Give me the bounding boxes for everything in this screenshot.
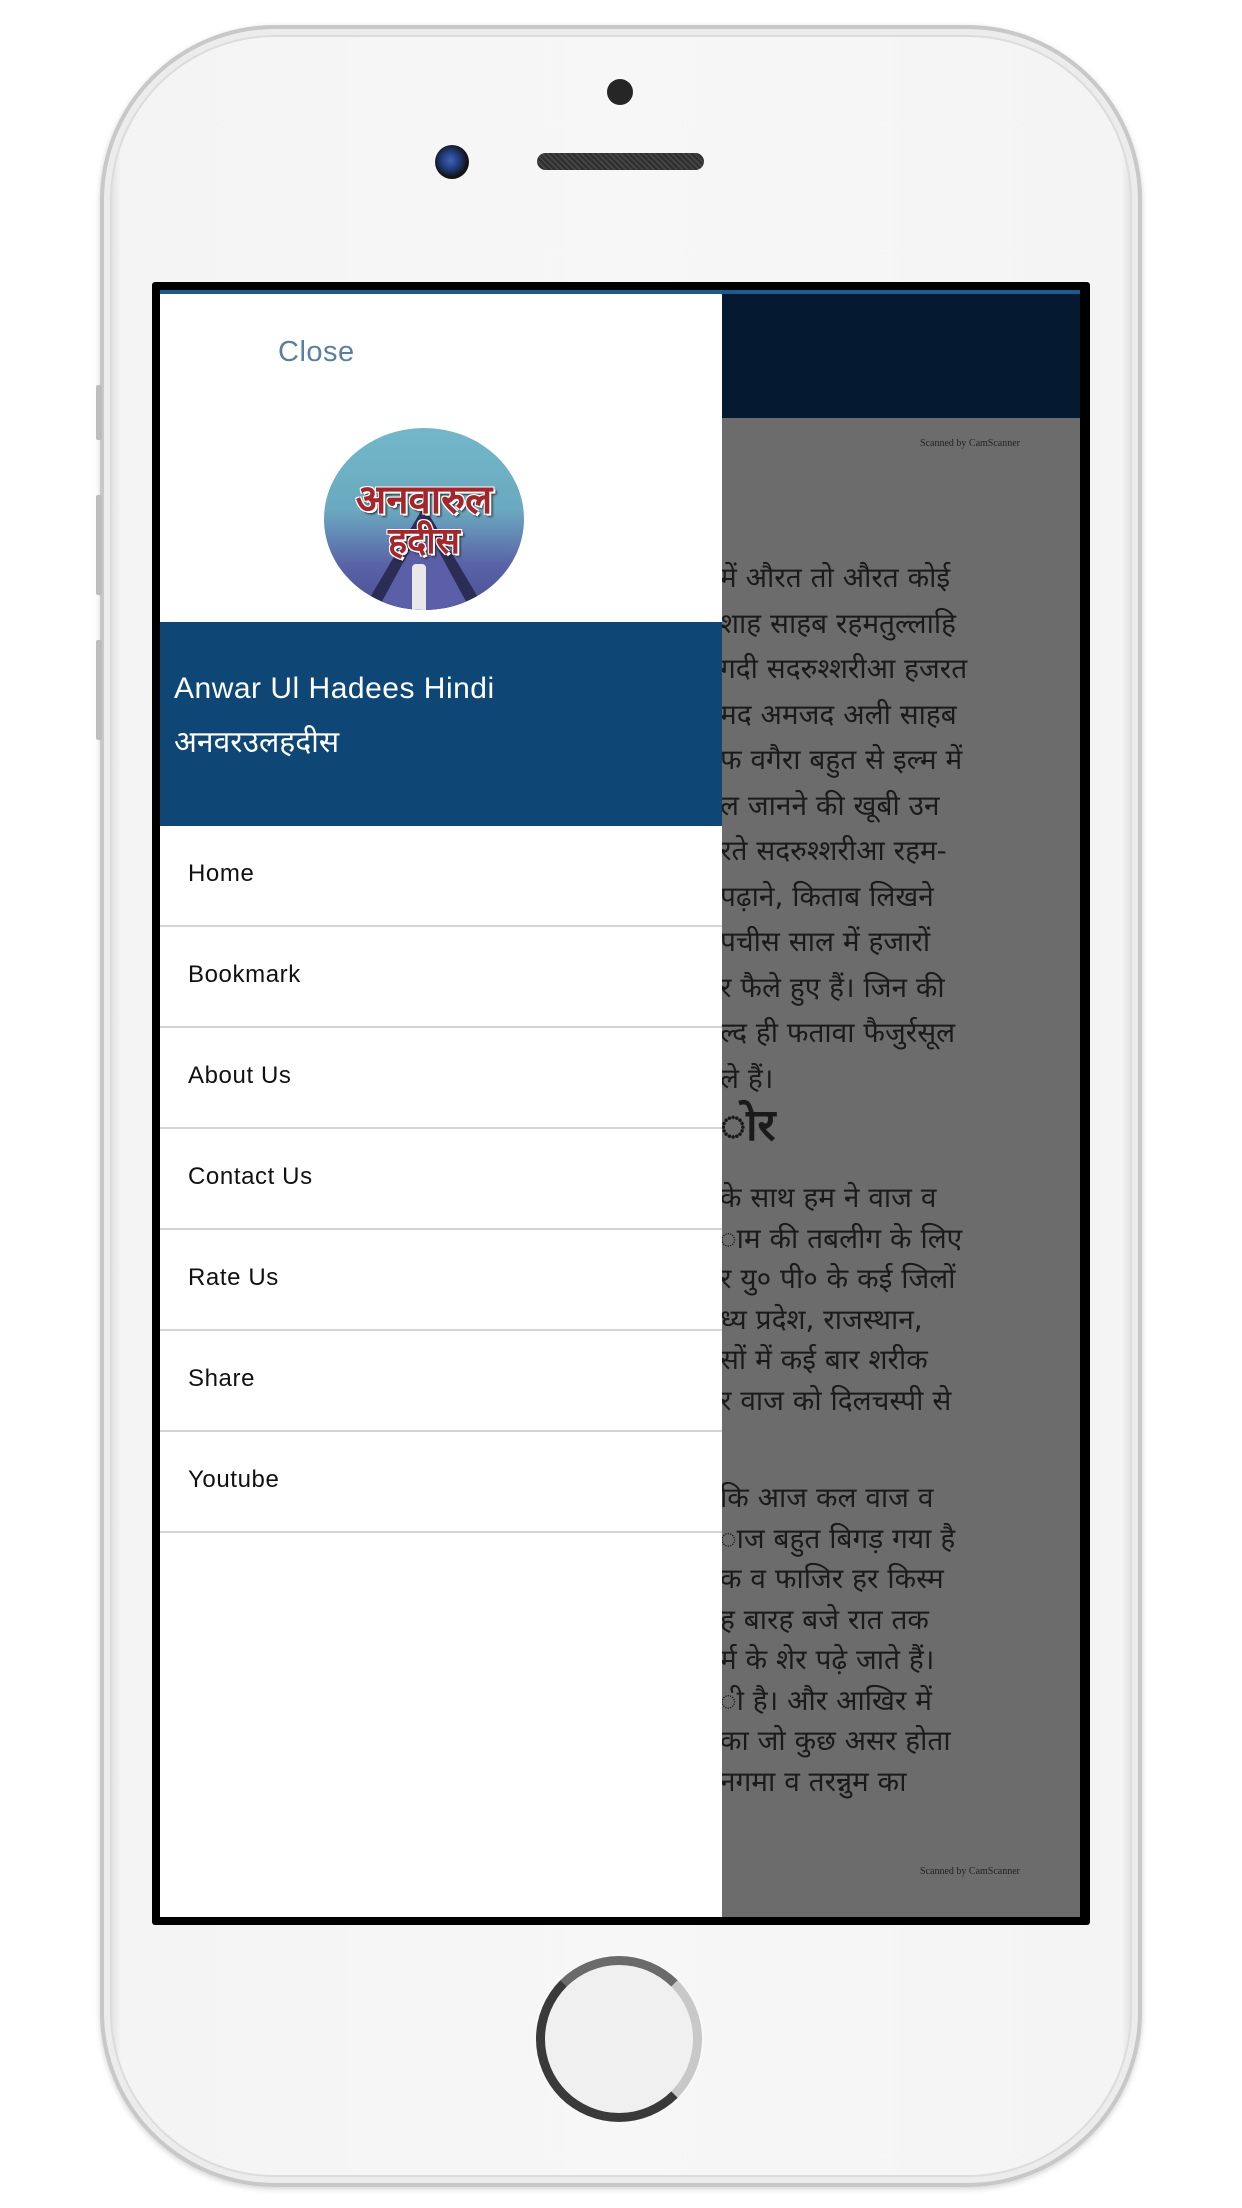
logo-text-line2: हदीस (388, 521, 460, 562)
page-text-line: पचीस साल में हजारों (720, 925, 931, 958)
logo-minaret (412, 564, 426, 610)
page-text-line: रते सदरुश्शरीआ रहम- (720, 834, 947, 867)
page-text-line: ी है। और आखिर में (720, 1683, 933, 1717)
page-text-line: के साथ हम ने वाज व (720, 1181, 937, 1214)
logo-text-line1: अनवारुल (355, 477, 493, 523)
menu-item-rate-us[interactable]: Rate Us (160, 1230, 722, 1331)
app-name-hindi: अनवरउलहदीस (174, 725, 340, 760)
page-text-line: में औरत तो औरत कोई (720, 561, 951, 594)
menu-item-youtube[interactable]: Youtube (160, 1432, 722, 1533)
mute-switch (96, 385, 102, 440)
proximity-sensor-icon (607, 79, 633, 105)
page-text-line: फ वगैरा बहुत से इल्म में (720, 743, 963, 776)
drawer-header: Anwar Ul Hadees Hindi अनवरउलहदीस (160, 622, 722, 826)
drawer-menu: Home Bookmark About Us Contact Us Rate U… (160, 826, 722, 1533)
page-text-line: ल्द ही फतावा फैजुर्रसूल (720, 1016, 956, 1049)
page-text-line: ाज बहुत बिगड़ गया है (720, 1521, 956, 1555)
page-text-line: र फैले हुए हैं। जिन की (720, 970, 945, 1004)
page-text-line: गदी सदरुश्शरीआ हजरत (720, 652, 968, 685)
menu-item-label: Share (188, 1365, 256, 1392)
page-text-line: ह बारह बजे रात तक (720, 1602, 929, 1636)
menu-item-contact-us[interactable]: Contact Us (160, 1129, 722, 1230)
page-text-line: ल जानने की खूबी उन (720, 788, 940, 822)
page-heading: ोर (720, 1100, 776, 1151)
menu-item-share[interactable]: Share (160, 1331, 722, 1432)
page-text-line: र यु० पी० के कई जिलों (720, 1262, 956, 1295)
menu-item-label: Bookmark (188, 961, 301, 988)
menu-item-about-us[interactable]: About Us (160, 1028, 722, 1129)
page-text-line: पढ़ाने, किताब लिखने (720, 879, 934, 913)
app-logo: अनवारुल हदीस (324, 428, 524, 610)
earpiece-speaker-icon (537, 153, 704, 170)
page-text-line: शाह साहब रहमतुल्लाहि (720, 606, 957, 640)
page-text-line: ले हैं। (720, 1061, 774, 1095)
navigation-drawer: Close अनवारुल हदीस Anwar Ul Hadees Hindi… (160, 294, 722, 1917)
page-text-line: ध्य प्रदेश, राजस्थान, (720, 1302, 923, 1336)
volume-up-button (96, 495, 102, 595)
front-camera-icon (435, 145, 469, 179)
home-button[interactable] (536, 1956, 702, 2122)
page-text-line: का जो कुछ असर होता (720, 1724, 951, 1757)
page-text-line: नगमा व तरन्नुम का (720, 1764, 907, 1798)
menu-item-home[interactable]: Home (160, 826, 722, 927)
close-button[interactable]: Close (278, 336, 355, 369)
page-text-line: क व फाजिर हर किस्म (720, 1562, 944, 1595)
menu-item-label: Youtube (188, 1466, 280, 1493)
menu-item-label: Rate Us (188, 1264, 279, 1291)
page-text-line: सों में कई बार शरीक (720, 1343, 928, 1376)
menu-item-label: About Us (188, 1062, 292, 1089)
scan-watermark-bottom: Scanned by CamScanner (920, 1866, 1020, 1877)
page-text-line: कि आज कल वाज व (720, 1481, 934, 1514)
menu-item-label: Contact Us (188, 1163, 313, 1190)
menu-item-label: Home (188, 860, 255, 887)
page-text-line: ाम की तबलीग के लिए (720, 1221, 963, 1255)
page-text-line: र्म के शेर पढ़े जाते हैं। (720, 1643, 935, 1676)
page-text-line: मद अमजद अली साहब (720, 697, 957, 731)
menu-item-bookmark[interactable]: Bookmark (160, 927, 722, 1028)
app-name: Anwar Ul Hadees Hindi (174, 672, 495, 705)
screen: ल हदीस Scanned by CamScanner में औरत तो … (160, 290, 1080, 1917)
volume-down-button (96, 640, 102, 740)
page-text-line: र वाज को दिलचस्पी से (720, 1383, 952, 1417)
